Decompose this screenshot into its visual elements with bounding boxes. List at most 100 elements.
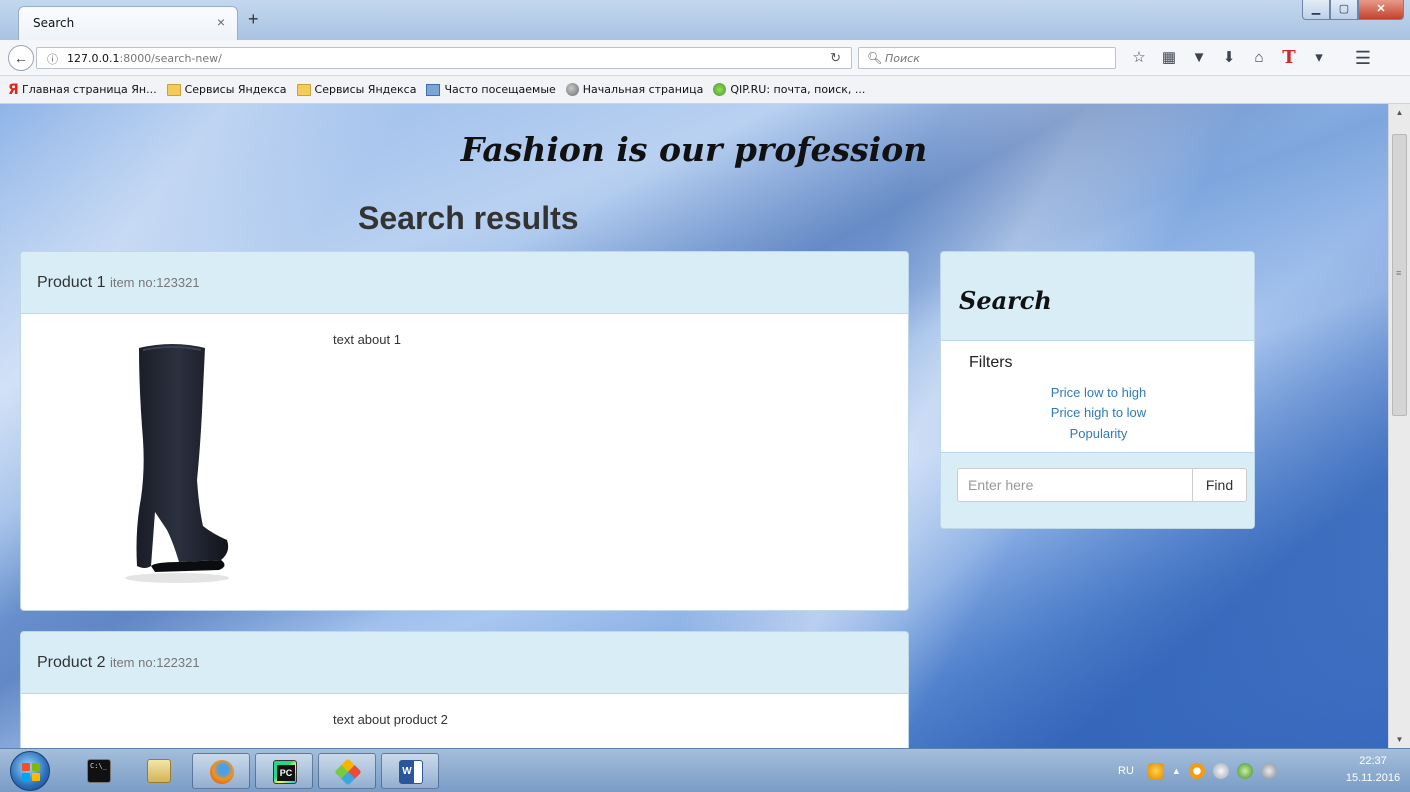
product-item-number: item no:123321 — [110, 275, 200, 290]
item-number-value: 123321 — [156, 275, 200, 290]
bookmark-label: QIP.RU: почта, поиск, ... — [730, 83, 866, 96]
app-diamond-icon — [334, 758, 362, 786]
taskbar-cmd[interactable] — [70, 753, 128, 789]
bookmark-label: Часто посещаемые — [444, 83, 556, 96]
product-description: text about product 2 — [333, 712, 448, 727]
window-titlebar: Search × + ▁ ▢ ✕ — [0, 0, 1410, 40]
address-bar[interactable]: ⓘ 127.0.0.1:8000/search-new/ ↻ — [36, 47, 852, 69]
url-text: 127.0.0.1:8000/search-new/ — [67, 52, 222, 65]
search-input[interactable] — [957, 468, 1193, 502]
search-panel-title: Search — [959, 286, 1052, 315]
url-path: :8000/search-new/ — [119, 52, 222, 65]
search-icon: 🔍︎ — [867, 51, 883, 65]
volume-icon[interactable] — [1212, 763, 1229, 779]
new-tab-button[interactable]: + — [248, 10, 259, 28]
browser-search-bar[interactable]: 🔍︎ — [858, 47, 1116, 69]
network-icon[interactable] — [1236, 763, 1253, 779]
pocket-icon[interactable]: ▼ — [1184, 48, 1214, 68]
filter-price-low-to-high[interactable]: Price low to high — [941, 385, 1254, 400]
product-item-number: item no:122321 — [110, 655, 200, 670]
windows-logo-icon — [22, 763, 40, 781]
bookmark-item[interactable]: Начальная страница — [565, 83, 704, 96]
grip-icon: ≡ — [1396, 268, 1402, 278]
reading-list-icon[interactable]: ▦ — [1154, 48, 1184, 68]
bookmark-item[interactable]: Сервисы Яндекса — [296, 83, 417, 96]
file-explorer-icon — [147, 759, 171, 783]
firefox-icon — [210, 760, 234, 784]
bookmark-item[interactable]: Сервисы Яндекса — [166, 83, 287, 96]
system-tray: RU ▲ — [1118, 749, 1277, 792]
product-name: Product 1 — [37, 274, 106, 291]
close-window-button[interactable]: ✕ — [1358, 0, 1404, 20]
folder-icon — [166, 83, 181, 96]
scroll-up-icon[interactable]: ▲ — [1389, 104, 1410, 121]
clock-date: 15.11.2016 — [1345, 772, 1401, 784]
command-prompt-icon — [87, 759, 111, 783]
globe-icon — [565, 83, 579, 96]
browser-search-input[interactable] — [885, 50, 1105, 66]
product-card: Product 1 item no:123321 text about 1 — [20, 251, 909, 611]
scroll-down-icon[interactable]: ▼ — [1389, 731, 1410, 748]
filter-price-high-to-low[interactable]: Price high to low — [941, 405, 1254, 420]
folder-icon — [296, 83, 311, 96]
item-number-label: item no: — [109, 275, 157, 290]
bookmark-item[interactable]: Часто посещаемые — [426, 83, 556, 96]
sync-icon[interactable] — [1260, 763, 1277, 779]
bookmark-item[interactable]: QIP.RU: почта, поиск, ... — [713, 83, 865, 96]
product-description: text about 1 — [333, 332, 401, 347]
download-icon[interactable]: ⬇ — [1214, 48, 1244, 68]
window-controls: ▁ ▢ ✕ — [1302, 0, 1404, 20]
bookmark-label: Начальная страница — [582, 83, 704, 96]
translate-icon[interactable]: T — [1274, 48, 1304, 68]
filter-popularity[interactable]: Popularity — [941, 426, 1254, 441]
reload-icon[interactable]: ↻ — [830, 50, 841, 66]
toolbar-icons: ☆ ▦ ▼ ⬇ ⌂ T ▾ ☰ — [1124, 48, 1378, 69]
taskbar-explorer[interactable] — [130, 753, 188, 789]
search-panel-header: Search — [941, 252, 1254, 341]
scroll-thumb[interactable]: ≡ — [1392, 134, 1407, 416]
filters-label: Filters — [969, 354, 1013, 371]
bookmarks-bar: Я Главная страница Ян... Сервисы Яндекса… — [0, 76, 1410, 104]
taskbar-pycharm[interactable] — [255, 753, 313, 789]
tab-title: Search — [33, 16, 75, 30]
search-panel: Search Filters Price low to high Price h… — [940, 251, 1255, 529]
taskbar-word[interactable] — [381, 753, 439, 789]
bookmark-star-icon[interactable]: ☆ — [1124, 48, 1154, 68]
bookmark-label: Сервисы Яндекса — [184, 83, 287, 96]
product-title: Product 2 item no:122321 — [37, 654, 200, 672]
language-indicator[interactable]: RU — [1118, 765, 1134, 777]
bookmark-label: Главная страница Ян... — [22, 83, 157, 96]
dropdown-icon[interactable]: ▾ — [1304, 48, 1334, 68]
product-card: Product 2 item no:122321 text about prod… — [20, 631, 909, 748]
notification-icon[interactable] — [1147, 763, 1164, 779]
clock-time: 22:37 — [1359, 755, 1387, 767]
qip-icon — [713, 83, 727, 96]
taskbar-app[interactable] — [318, 753, 376, 789]
boot-image — [125, 344, 229, 583]
taskbar-clock[interactable]: 22:37 15.11.2016 — [1342, 753, 1404, 787]
page-scrollbar[interactable]: ▲ ≡ ▼ — [1388, 104, 1410, 748]
home-icon[interactable]: ⌂ — [1244, 48, 1274, 68]
menu-icon[interactable]: ☰ — [1348, 48, 1378, 68]
bookmark-label: Сервисы Яндекса — [314, 83, 417, 96]
word-icon — [399, 760, 423, 784]
tray-app-icon[interactable] — [1188, 763, 1205, 779]
item-number-value: 122321 — [156, 655, 200, 670]
windows-taskbar: RU ▲ 22:37 15.11.2016 — [0, 748, 1410, 792]
info-icon[interactable]: ⓘ — [47, 51, 58, 67]
browser-tab[interactable]: Search × — [18, 6, 238, 40]
back-button[interactable]: ← — [8, 45, 34, 71]
product-image[interactable] — [51, 330, 301, 592]
bookmark-item[interactable]: Я Главная страница Ян... — [8, 83, 157, 97]
page-icon — [426, 83, 441, 96]
find-button[interactable]: Find — [1192, 468, 1247, 502]
tab-close-icon[interactable]: × — [217, 14, 225, 30]
maximize-button[interactable]: ▢ — [1330, 0, 1358, 20]
page-viewport: Fashion is our profession Search results… — [0, 104, 1388, 748]
tray-expand-icon[interactable]: ▲ — [1172, 766, 1181, 776]
taskbar-firefox[interactable] — [192, 753, 250, 789]
search-panel-footer: Find — [941, 452, 1254, 528]
minimize-button[interactable]: ▁ — [1302, 0, 1330, 20]
start-button[interactable] — [10, 751, 50, 791]
product-title: Product 1 item no:123321 — [37, 274, 200, 292]
